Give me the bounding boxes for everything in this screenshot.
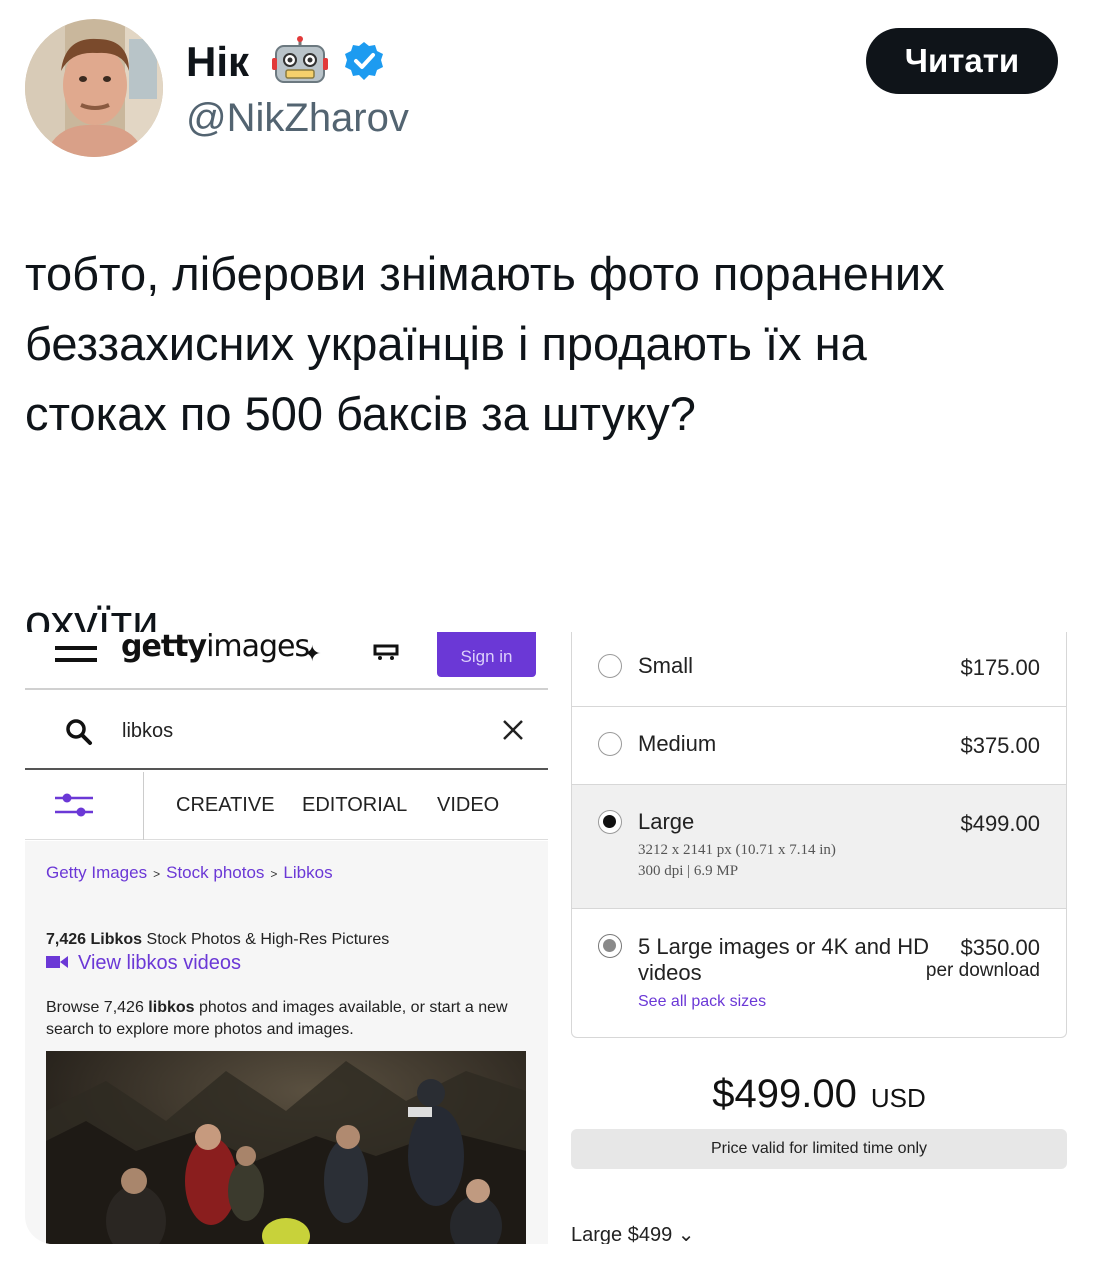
view-videos-link: View libkos videos (46, 952, 241, 975)
getty-results: Getty Images > Stock photos > Libkos 7,426 L… (25, 841, 548, 1244)
user-handle[interactable]: @NikZharov (186, 96, 409, 141)
price-option-large: Large $499.00 3212 x 2141 px (10.71 x 7.… (572, 785, 1066, 909)
display-name[interactable]: Нік (186, 38, 249, 86)
total-price-value: $499.00 (712, 1072, 857, 1116)
tab-editorial: EDITORIAL (302, 794, 408, 816)
video-camera-icon (46, 952, 68, 968)
option-name: Small (638, 653, 694, 678)
price-validity-note: Price valid for limited time only (571, 1129, 1067, 1169)
radio-small (598, 654, 622, 678)
tab-creative: CREATIVE (176, 794, 275, 816)
option-price: $350.00 (960, 935, 1040, 960)
robot-face-icon (272, 36, 328, 86)
size-selector: Large $499 ⌄ (571, 1224, 695, 1244)
total-price: $499.00 USD (571, 1072, 1067, 1117)
follow-button[interactable]: Читати (866, 28, 1058, 94)
option-price-unit: per download (925, 960, 1040, 981)
chevron-down-icon: ⌄ (677, 1224, 695, 1244)
option-name: 5 Large images or 4K and HD (638, 934, 930, 959)
breadcrumb: Getty Images > Stock photos > Libkos (46, 863, 333, 882)
option-name: Medium (638, 731, 717, 756)
tweet-text: тобто, ліберови знімають фото поранених … (25, 239, 1085, 657)
tab-video: VIDEO (437, 794, 500, 816)
currency: USD (870, 1083, 926, 1113)
search-input: libkos (122, 720, 174, 742)
option-dimensions: 3212 x 2141 px (10.71 x 7.14 in) (638, 842, 836, 858)
close-icon (501, 718, 525, 742)
tweet-text-line: стоках по 500 баксів за штуку? (25, 387, 696, 440)
option-resolution: 300 dpi | 6.9 MP (638, 863, 739, 879)
getty-top-bar: gettyimages ✦ Sign in (25, 632, 548, 690)
price-option-medium: Medium $375.00 (572, 707, 1066, 785)
option-name: videos (638, 960, 702, 985)
radio-medium (598, 732, 622, 756)
tweet-text-line: беззахисних українців і продають їх на (25, 317, 867, 370)
breadcrumb-item: Stock photos (166, 863, 265, 882)
radio-large-selected (598, 810, 622, 834)
breadcrumb-item: Getty Images (46, 863, 148, 882)
getty-search-bar: libkos (25, 692, 548, 770)
cart-icon (373, 644, 399, 660)
results-heading: 7,426 Libkos Stock Photos & High-Res Pic… (46, 931, 390, 948)
getty-screenshot[interactable]: gettyimages ✦ Sign in libkos CREATIVE ED… (25, 632, 548, 1244)
option-price: $175.00 (960, 655, 1040, 680)
filter-sliders-icon (55, 792, 93, 818)
option-name: Large (638, 809, 695, 834)
avatar[interactable] (25, 19, 163, 157)
sign-in-button: Sign in (437, 632, 536, 677)
search-icon (65, 718, 93, 746)
option-price: $499.00 (960, 811, 1040, 836)
price-option-pack: 5 Large images or 4K and HD videos $350.… (572, 909, 1066, 1037)
browse-description: Browse 7,426 libkos photos and images av… (46, 999, 508, 1038)
menu-icon (55, 646, 97, 662)
result-photo (46, 1051, 526, 1244)
getty-tabs: CREATIVE EDITORIAL VIDEO (25, 772, 548, 840)
tweet-media[interactable]: gettyimages ✦ Sign in libkos CREATIVE ED… (25, 632, 1083, 1244)
divider (143, 772, 144, 840)
radio-pack (598, 934, 622, 958)
sparkle-icon: ✦ (303, 642, 322, 667)
see-pack-sizes-link: See all pack sizes (638, 993, 767, 1010)
pricing-screenshot[interactable]: Small $175.00 Medium $375.00 Large $499.… (571, 632, 1083, 1244)
option-price: $375.00 (960, 733, 1040, 758)
tweet-text-line: тобто, ліберови знімають фото поранених (25, 247, 945, 300)
verified-badge-icon (343, 40, 385, 82)
getty-logo: gettyimages (121, 632, 310, 664)
breadcrumb-item: Libkos (283, 863, 333, 882)
price-option-small: Small $175.00 (572, 632, 1066, 707)
price-options: Small $175.00 Medium $375.00 Large $499.… (571, 632, 1067, 1038)
